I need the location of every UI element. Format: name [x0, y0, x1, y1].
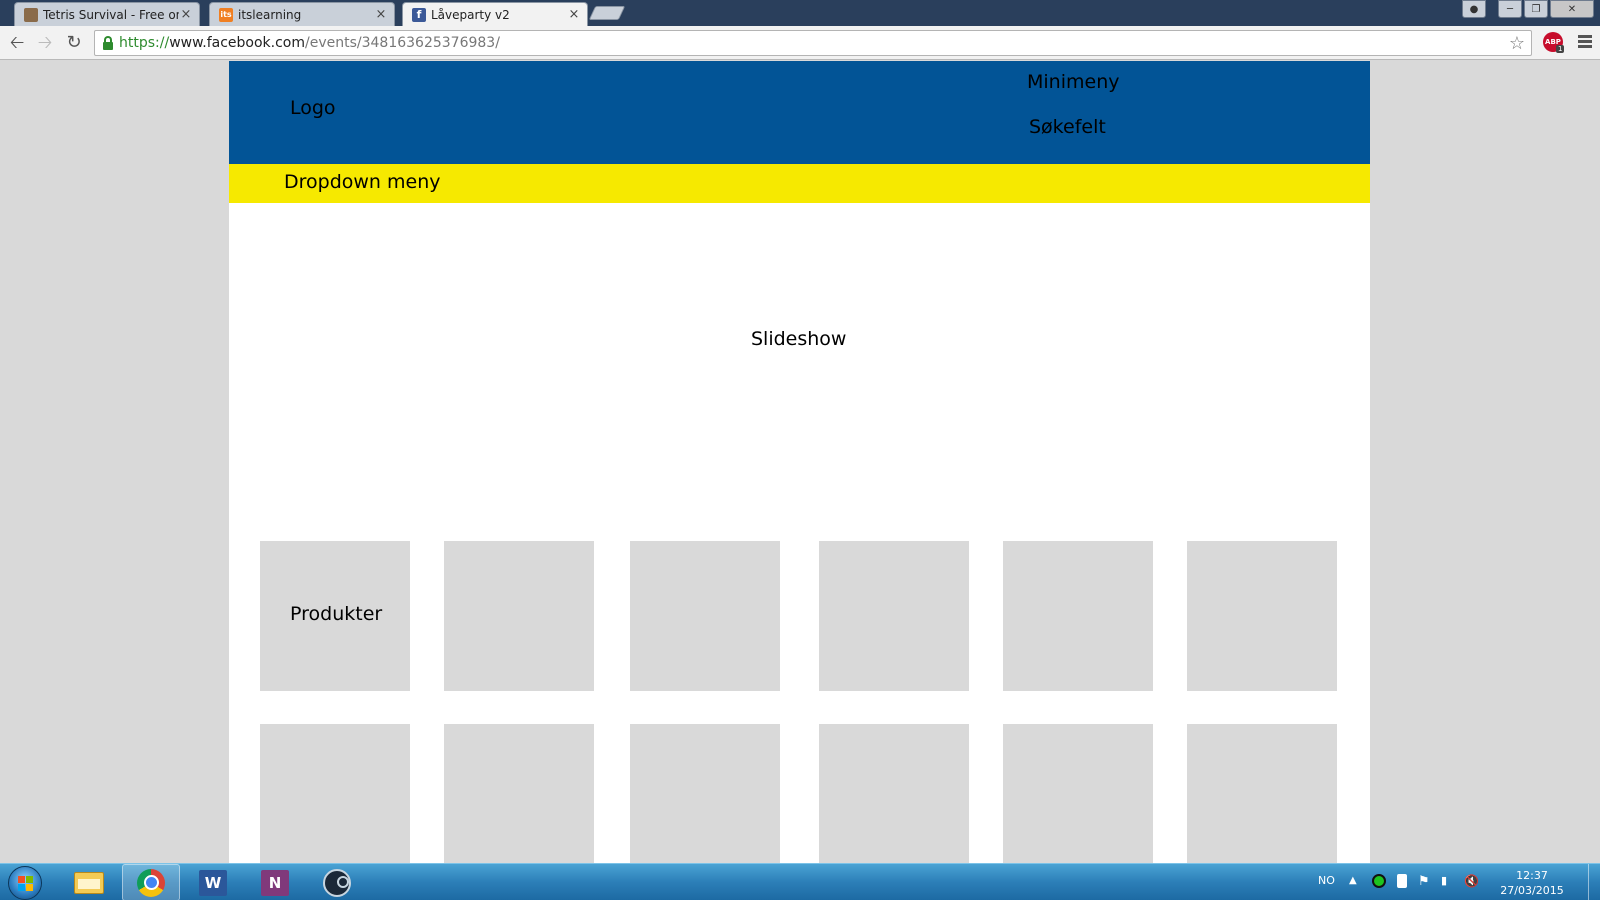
header-section: Logo Minimeny Søkefelt — [229, 61, 1370, 164]
browser-toolbar: 🡠 🡢 ↻ https:// www.facebook.com /events/… — [0, 26, 1600, 60]
close-tab-icon[interactable]: × — [374, 7, 388, 22]
forward-arrow-icon[interactable]: 🡢 — [35, 33, 55, 53]
dropdown-menu-label: Dropdown meny — [284, 171, 441, 193]
mini-menu-placeholder: Minimeny — [1027, 71, 1120, 93]
word-icon: W — [199, 869, 227, 896]
product-tile — [444, 541, 594, 691]
mockup-page: Logo Minimeny Søkefelt Dropdown meny Sli… — [229, 61, 1370, 863]
new-tab-button[interactable] — [588, 6, 626, 20]
product-tile — [630, 724, 780, 863]
language-indicator[interactable]: NO — [1318, 874, 1335, 887]
action-center-flag-icon[interactable]: ⚑ — [1418, 874, 1432, 889]
tab-laveparty[interactable]: f Låveparty v2 × — [402, 2, 588, 26]
close-window-icon[interactable]: ✕ — [1550, 0, 1594, 18]
dropdown-menu-bar: Dropdown meny — [229, 164, 1370, 203]
word-taskbar-button[interactable]: W — [184, 864, 242, 900]
product-tile — [260, 724, 410, 863]
logo-placeholder: Logo — [290, 97, 336, 119]
steam-icon — [323, 868, 351, 897]
bookmark-star-icon[interactable]: ☆ — [1509, 33, 1525, 54]
product-tile — [819, 724, 969, 863]
browser-tabstrip: Tetris Survival - Free onlin × its itsle… — [0, 0, 1600, 26]
signal-icon[interactable]: ▮ — [1441, 874, 1455, 888]
itslearning-favicon: its — [219, 7, 233, 22]
user-profile-icon[interactable]: ● — [1462, 0, 1486, 18]
search-field-placeholder: Søkefelt — [1029, 116, 1106, 138]
show-desktop-button[interactable] — [1588, 864, 1600, 900]
back-arrow-icon[interactable]: 🡠 — [7, 33, 27, 53]
product-tile — [819, 541, 969, 691]
network-status-icon[interactable] — [1372, 874, 1386, 888]
clock-time: 12:37 — [1516, 869, 1548, 882]
product-tile — [444, 724, 594, 863]
tab-tetris[interactable]: Tetris Survival - Free onlin × — [14, 2, 200, 26]
lock-icon — [103, 36, 113, 50]
facebook-favicon: f — [412, 7, 426, 22]
system-clock[interactable]: 12:37 27/03/2015 — [1500, 868, 1564, 898]
window-controls: ● ─ ❐ ✕ — [1460, 0, 1594, 18]
product-tile — [1187, 541, 1337, 691]
tetris-favicon — [24, 7, 38, 22]
slideshow-area: Slideshow — [229, 203, 1370, 533]
product-tile — [1187, 724, 1337, 863]
close-tab-icon[interactable]: × — [179, 7, 193, 22]
url-host: www.facebook.com — [169, 35, 305, 51]
steam-taskbar-button[interactable] — [308, 864, 366, 900]
volume-muted-icon[interactable]: 🔇 — [1464, 874, 1479, 888]
tab-itslearning[interactable]: its itslearning × — [209, 2, 395, 26]
windows-logo-icon — [18, 876, 34, 892]
onenote-taskbar-button[interactable]: N — [246, 864, 304, 900]
product-tile — [1003, 724, 1153, 863]
product-label: Produkter — [290, 603, 383, 625]
windows-explorer-button[interactable] — [60, 864, 118, 900]
product-tile — [630, 541, 780, 691]
windows-taskbar: W N NO ▲ ⚑ ▮ 🔇 12:37 27/03/2015 — [0, 863, 1600, 900]
restore-icon[interactable]: ❐ — [1524, 0, 1548, 18]
minimize-icon[interactable]: ─ — [1498, 0, 1522, 18]
onenote-icon: N — [261, 869, 289, 896]
url-path: /events/348163625376983/ — [305, 35, 500, 51]
address-bar[interactable]: https:// www.facebook.com /events/348163… — [94, 30, 1532, 56]
tab-title: Låveparty v2 — [431, 7, 510, 22]
tab-title: Tetris Survival - Free onlin — [43, 7, 179, 22]
windows-explorer-icon — [74, 871, 104, 894]
clock-date: 27/03/2015 — [1500, 884, 1564, 897]
chrome-icon — [137, 868, 165, 897]
reload-icon[interactable]: ↻ — [64, 33, 84, 53]
slideshow-label: Slideshow — [751, 328, 847, 350]
chrome-taskbar-button[interactable] — [122, 864, 180, 900]
close-tab-icon[interactable]: × — [567, 7, 581, 22]
chrome-menu-icon[interactable] — [1578, 35, 1592, 49]
product-tile: Produkter — [260, 541, 410, 691]
power-icon[interactable] — [1397, 874, 1407, 888]
show-hidden-icons-icon[interactable]: ▲ — [1349, 875, 1357, 886]
start-button[interactable] — [8, 866, 42, 900]
url-scheme: https:// — [119, 35, 170, 51]
tab-title: itslearning — [238, 7, 302, 22]
adblock-count-badge: 1 — [1556, 45, 1565, 53]
product-tile — [1003, 541, 1153, 691]
